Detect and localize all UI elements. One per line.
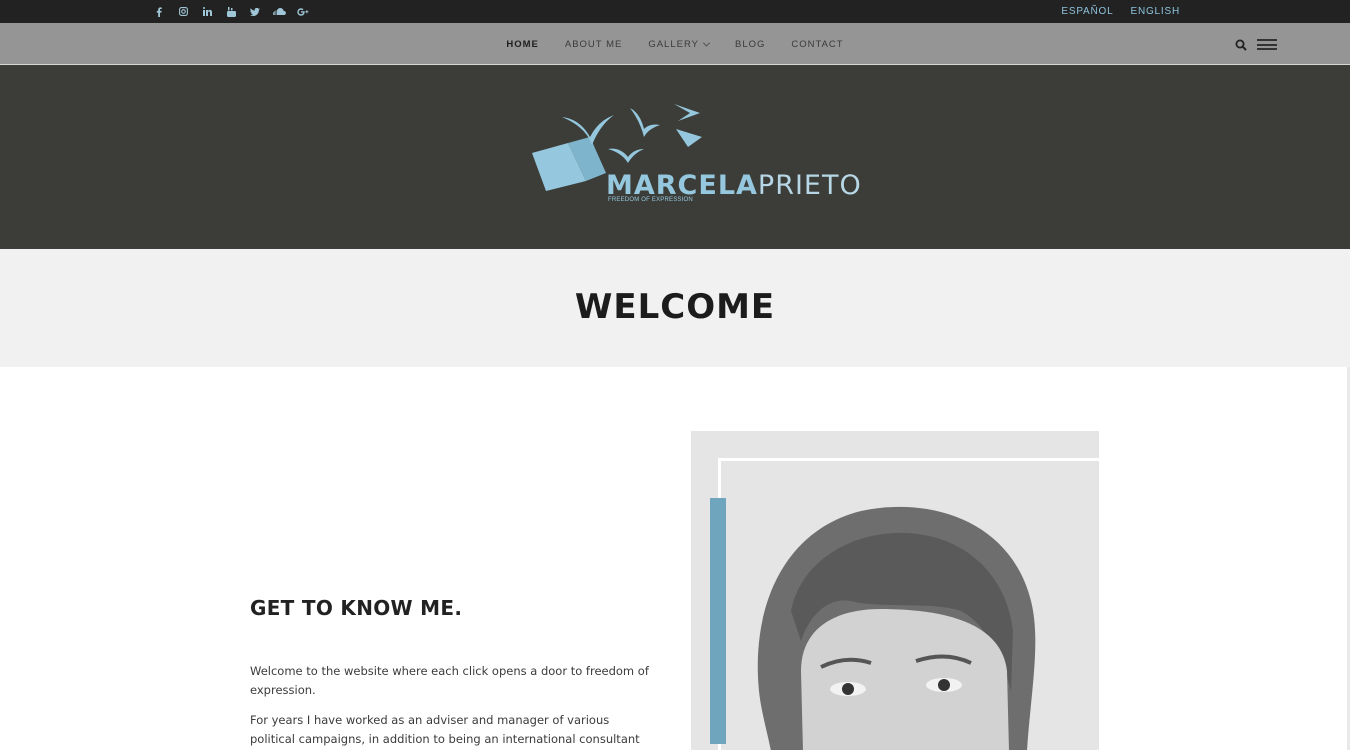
nav-item-home[interactable]: HOME bbox=[506, 39, 539, 50]
twitter-icon[interactable] bbox=[243, 0, 267, 23]
photo-accent-bar bbox=[710, 498, 726, 744]
language-switcher: ESPAÑOL ENGLISH bbox=[1061, 0, 1180, 23]
main-nav: HOME ABOUT ME GALLERY BLOG CONTACT bbox=[0, 23, 1350, 65]
social-links bbox=[147, 0, 315, 23]
intro-paragraph: Welcome to the website where each click … bbox=[250, 664, 649, 697]
top-bar: ESPAÑOL ENGLISH bbox=[0, 0, 1350, 23]
header-banner: MARCELAPRIETO FREEDOM OF EXPRESSION bbox=[0, 65, 1350, 249]
search-icon[interactable] bbox=[1235, 38, 1247, 51]
nav-item-label: ABOUT ME bbox=[564, 38, 623, 50]
chevron-down-icon bbox=[702, 39, 711, 47]
nav-item-gallery[interactable]: GALLERY bbox=[648, 38, 711, 50]
nav-item-label: HOME bbox=[506, 38, 539, 50]
google-plus-icon[interactable] bbox=[291, 0, 315, 23]
site-logo[interactable]: MARCELAPRIETO FREEDOM OF EXPRESSION bbox=[528, 103, 861, 211]
nav-item-label: GALLERY bbox=[648, 38, 699, 50]
lang-es-link[interactable]: ESPAÑOL bbox=[1061, 6, 1113, 17]
welcome-section: WELCOME bbox=[0, 249, 1350, 367]
facebook-icon[interactable] bbox=[147, 0, 171, 23]
nav-menu: HOME ABOUT ME GALLERY BLOG CONTACT bbox=[0, 23, 1350, 65]
linkedin-icon[interactable] bbox=[195, 0, 219, 23]
nav-item-blog[interactable]: BLOG bbox=[735, 39, 765, 50]
logo-tagline: FREEDOM OF EXPRESSION bbox=[608, 197, 693, 203]
lang-en-link[interactable]: ENGLISH bbox=[1130, 6, 1180, 17]
soundcloud-icon[interactable] bbox=[267, 0, 291, 23]
section-heading: GET TO KNOW ME. bbox=[250, 596, 463, 620]
nav-item-label: CONTACT bbox=[791, 38, 844, 50]
page-title: WELCOME bbox=[574, 287, 776, 327]
nav-item-about-me[interactable]: ABOUT ME bbox=[565, 39, 622, 50]
portrait-photo bbox=[691, 431, 1099, 750]
nav-item-contact[interactable]: CONTACT bbox=[791, 39, 843, 50]
portrait-image bbox=[757, 506, 1036, 750]
nav-item-label: BLOG bbox=[734, 38, 766, 50]
intro-paragraph: For years I have worked as an adviser an… bbox=[250, 713, 640, 746]
youtube-icon[interactable] bbox=[219, 0, 243, 23]
menu-icon[interactable] bbox=[1257, 39, 1277, 50]
instagram-icon[interactable] bbox=[171, 0, 195, 23]
